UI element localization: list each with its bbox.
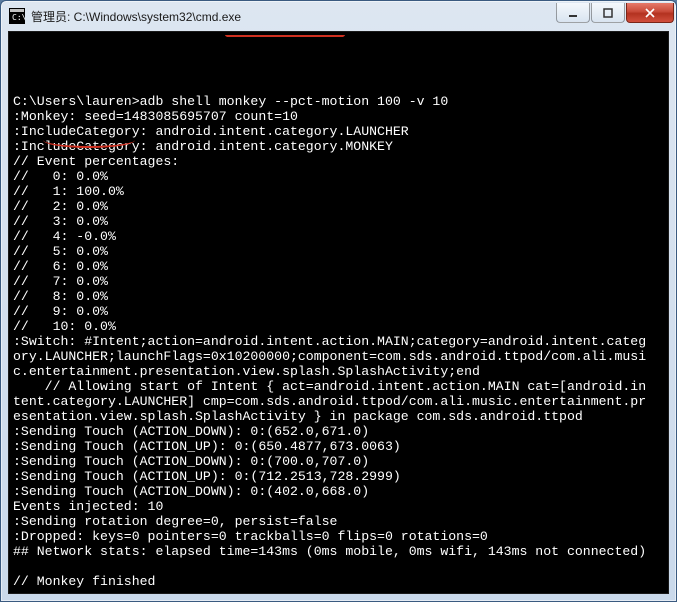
close-button[interactable] [626, 3, 674, 23]
terminal-line: ## Network stats: elapsed time=143ms (0m… [13, 544, 664, 559]
terminal-line: c.entertainment.presentation.view.splash… [13, 364, 664, 379]
terminal-line: :Sending Touch (ACTION_DOWN): 0:(652.0,6… [13, 424, 664, 439]
terminal-line: // 10: 0.0% [13, 319, 664, 334]
terminal-line: :Switch: #Intent;action=android.intent.a… [13, 334, 664, 349]
terminal-line: // 4: -0.0% [13, 229, 664, 244]
terminal-line: // 7: 0.0% [13, 274, 664, 289]
cmd-icon: C:\ [9, 8, 25, 24]
annotation-underline-1 [225, 35, 345, 43]
terminal-line: tent.category.LAUNCHER] cmp=com.sds.andr… [13, 394, 664, 409]
terminal-line: :Sending Touch (ACTION_DOWN): 0:(700.0,7… [13, 454, 664, 469]
terminal-line: // Allowing start of Intent { act=androi… [13, 379, 664, 394]
cmd-window: C:\ 管理员: C:\Windows\system32\cmd.exe C:\… [0, 0, 677, 602]
terminal-line: :Sending Touch (ACTION_DOWN): 0:(402.0,6… [13, 484, 664, 499]
terminal-output[interactable]: C:\Users\lauren>adb shell monkey --pct-m… [8, 31, 669, 594]
terminal-line: // 0: 0.0% [13, 169, 664, 184]
terminal-line: ory.LAUNCHER;launchFlags=0x10200000;comp… [13, 349, 664, 364]
svg-text:C:\: C:\ [12, 13, 25, 22]
terminal-line: :Sending Touch (ACTION_UP): 0:(650.4877,… [13, 439, 664, 454]
terminal-line: // 1: 100.0% [13, 184, 664, 199]
terminal-line: :Sending rotation degree=0, persist=fals… [13, 514, 664, 529]
window-title: 管理员: C:\Windows\system32\cmd.exe [31, 8, 556, 25]
terminal-line: :Monkey: seed=1483085695707 count=10 [13, 109, 664, 124]
window-controls [556, 3, 674, 23]
minimize-button[interactable] [556, 3, 590, 23]
terminal-line: :Dropped: keys=0 pointers=0 trackballs=0… [13, 529, 664, 544]
terminal-line: // 3: 0.0% [13, 214, 664, 229]
terminal-line: // 9: 0.0% [13, 304, 664, 319]
terminal-line: // 2: 0.0% [13, 199, 664, 214]
terminal-line: // 8: 0.0% [13, 289, 664, 304]
maximize-button[interactable] [591, 3, 625, 23]
terminal-line: esentation.view.splash.SplashActivity } … [13, 409, 664, 424]
terminal-line: Events injected: 10 [13, 499, 664, 514]
prompt-line: C:\Users\lauren>adb shell monkey --pct-m… [13, 94, 664, 109]
terminal-line [13, 559, 664, 574]
terminal-line: // 6: 0.0% [13, 259, 664, 274]
terminal-line: // Event percentages: [13, 154, 664, 169]
terminal-line: :IncludeCategory: android.intent.categor… [13, 139, 664, 154]
terminal-line: // 5: 0.0% [13, 244, 664, 259]
terminal-line [13, 589, 664, 594]
terminal-line: // Monkey finished [13, 574, 664, 589]
terminal-line: :IncludeCategory: android.intent.categor… [13, 124, 664, 139]
terminal-line: :Sending Touch (ACTION_UP): 0:(712.2513,… [13, 469, 664, 484]
titlebar[interactable]: C:\ 管理员: C:\Windows\system32\cmd.exe [1, 1, 676, 31]
